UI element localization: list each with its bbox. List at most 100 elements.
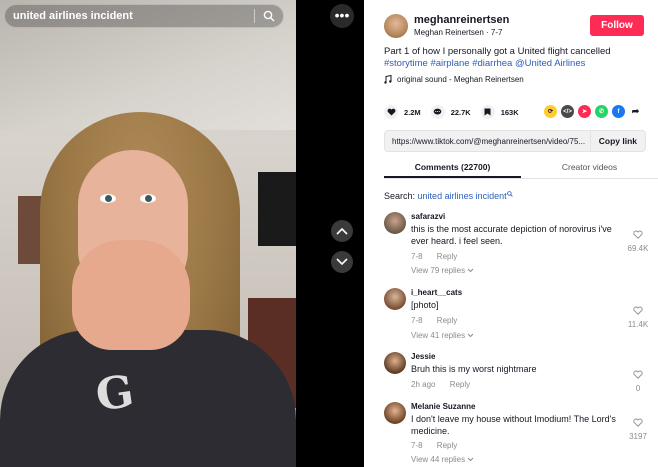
tab-comments[interactable]: Comments (22700) (384, 157, 521, 178)
video-tv (258, 172, 296, 246)
comment-text: I don't leave my house without Imodium! … (411, 414, 616, 436)
hashtag-link[interactable]: #diarrhea (472, 58, 512, 69)
app-root: G united airlines incident ••• meghanrei… (0, 0, 658, 467)
avatar[interactable] (384, 212, 406, 234)
search-bar[interactable]: united airlines incident (4, 4, 284, 28)
panel-tabs: Comments (22700) Creator videos (384, 157, 658, 179)
author-subline: Meghan Reinertsen · 7-7 (414, 28, 503, 37)
facebook-icon[interactable]: f (612, 105, 625, 118)
comment-meta: 7-8 Reply (411, 316, 457, 325)
comment-meta: 7-8 Reply (411, 441, 457, 450)
avatar[interactable] (384, 352, 406, 374)
view-replies-button[interactable]: View 79 replies (411, 266, 474, 275)
heart-outline-icon (633, 306, 643, 315)
comment-like-count: 69.4K (627, 244, 649, 253)
repost-icon[interactable]: ⟳ (544, 105, 557, 118)
author-username[interactable]: meghanreinertsen (414, 14, 509, 26)
whatsapp-icon[interactable]: ✆ (595, 105, 608, 118)
share-arrow-icon[interactable]: ➦ (629, 105, 642, 118)
comment-search-suggestion[interactable]: Search: united airlines incident (384, 191, 513, 201)
reply-button[interactable]: Reply (450, 380, 470, 389)
embed-icon[interactable]: </> (561, 105, 574, 118)
comment-like-button[interactable]: 69.4K (620, 226, 656, 253)
video-link-box: https://www.tiktok.com/@meghanreinertsen… (384, 130, 646, 152)
heart-icon (387, 108, 395, 116)
search-input[interactable]: united airlines incident (13, 10, 254, 22)
video-player[interactable]: G united airlines incident (0, 0, 296, 467)
comment-like-count: 3197 (629, 432, 647, 441)
comment-like-count: 11.4K (627, 320, 649, 329)
comment-text: this is the most accurate depiction of n… (411, 224, 612, 246)
reply-button[interactable]: Reply (437, 252, 457, 261)
comment-item: i_heart__cats [photo] 7-8 Reply View 41 … (384, 288, 656, 344)
comment-username[interactable]: safarazvi (411, 212, 445, 221)
comment-text: [photo] (411, 300, 439, 310)
search-icon (506, 191, 513, 197)
comment-meta: 7-8 Reply (411, 252, 457, 261)
comment-username[interactable]: i_heart__cats (411, 288, 462, 297)
reply-button[interactable]: Reply (437, 441, 457, 450)
engagement-stats: 2.2M 22.7K 163K (384, 104, 529, 120)
heart-outline-icon (633, 370, 643, 379)
comment-search-query[interactable]: united airlines incident (418, 191, 507, 201)
video-person-hands (72, 240, 190, 350)
video-person-eye-right (140, 194, 156, 203)
view-replies-label: View 44 replies (411, 455, 466, 464)
view-replies-button[interactable]: View 41 replies (411, 331, 474, 340)
comment-search-label: Search: (384, 191, 416, 201)
view-replies-label: View 79 replies (411, 266, 466, 275)
comment-date: 7-8 (411, 252, 423, 261)
comment-like-button[interactable]: 11.4K (620, 302, 656, 329)
comment-icon (433, 108, 442, 115)
avatar[interactable] (384, 402, 406, 424)
chevron-down-icon (467, 457, 474, 462)
comment-username[interactable]: Melanie Suzanne (411, 402, 475, 411)
sound-link[interactable]: original sound - Meghan Reinertsen (384, 75, 524, 84)
follow-button[interactable]: Follow (590, 15, 644, 36)
reply-button[interactable]: Reply (437, 316, 457, 325)
tab-creator-videos[interactable]: Creator videos (521, 157, 658, 178)
send-icon[interactable]: ➤ (578, 105, 591, 118)
video-sweater-text: G (92, 365, 139, 422)
view-replies-label: View 41 replies (411, 331, 466, 340)
like-count: 2.2M (404, 107, 421, 117)
video-link-text[interactable]: https://www.tiktok.com/@meghanreinertsen… (385, 137, 590, 146)
heart-outline-icon (633, 230, 643, 239)
comment-date: 7-8 (411, 441, 423, 450)
copy-link-button[interactable]: Copy link (589, 131, 645, 151)
comment-username[interactable]: Jessie (411, 352, 435, 361)
save-button[interactable]: 163K (480, 105, 519, 119)
search-icon[interactable] (263, 10, 275, 22)
search-divider (254, 9, 255, 23)
bookmark-icon (484, 108, 491, 116)
chevron-down-icon (467, 268, 474, 273)
chevron-up-icon (336, 227, 348, 235)
comment-date: 7-8 (411, 316, 423, 325)
caption-text: Part 1 of how I personally got a United … (384, 46, 611, 57)
avatar[interactable] (384, 14, 408, 38)
next-video-button[interactable] (331, 251, 353, 273)
video-person-sweater (0, 330, 296, 467)
hashtag-link[interactable]: #storytime (384, 58, 428, 69)
previous-video-button[interactable] (331, 220, 353, 242)
view-replies-button[interactable]: View 44 replies (411, 455, 474, 464)
heart-outline-icon (633, 418, 643, 427)
music-note-icon (384, 75, 392, 84)
comment-like-button[interactable]: 3197 (620, 414, 656, 441)
comment-like-count: 0 (635, 384, 641, 393)
hashtag-link[interactable]: #airplane (430, 58, 469, 69)
sound-name: original sound - Meghan Reinertsen (397, 75, 524, 84)
comment-button[interactable]: 22.7K (430, 105, 471, 119)
save-count: 163K (500, 107, 519, 117)
comment-date: 2h ago (411, 380, 436, 389)
mention-link[interactable]: @United Airlines (515, 58, 585, 69)
comment-text: Bruh this is my worst nightmare (411, 364, 537, 374)
avatar[interactable] (384, 288, 406, 310)
chevron-down-icon (467, 333, 474, 338)
like-button[interactable]: 2.2M (384, 105, 421, 119)
video-person-eye-left (100, 194, 116, 203)
share-icons: ⟳ </> ➤ ✆ f ➦ (544, 105, 642, 118)
comment-like-button[interactable]: 0 (620, 366, 656, 393)
more-options-icon[interactable]: ••• (330, 4, 354, 28)
chevron-down-icon (336, 258, 348, 266)
